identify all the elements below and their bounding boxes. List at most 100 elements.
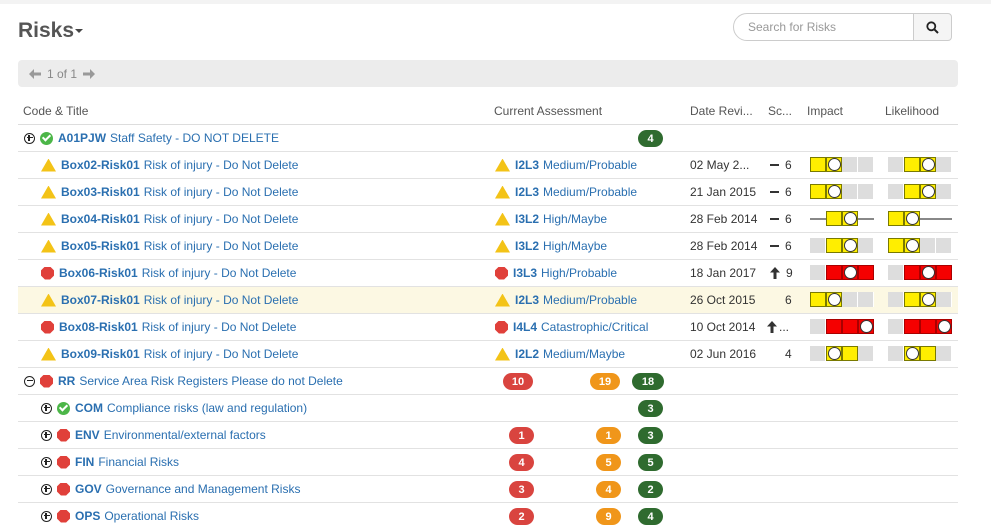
warning-icon	[41, 212, 56, 226]
col-date[interactable]: Date Revi...	[690, 104, 753, 118]
assessment-text[interactable]: Medium/Probable	[543, 158, 637, 172]
collapse-icon[interactable]	[24, 375, 35, 387]
score: ...	[779, 320, 790, 334]
col-code-title[interactable]: Code & Title	[23, 104, 88, 118]
table-row[interactable]: Box08-Risk01 Risk of injury - Do Not Dele…	[18, 314, 958, 341]
assessment-code[interactable]: I3L3	[513, 266, 537, 280]
table-row[interactable]: A01PJW Staff Safety - DO NOT DELETE 4	[18, 125, 958, 152]
expand-icon[interactable]	[41, 483, 52, 495]
page-title[interactable]: Risks	[18, 19, 84, 43]
assessment-text[interactable]: High/Maybe	[543, 239, 607, 253]
assessment-text[interactable]: High/Maybe	[543, 212, 607, 226]
col-score[interactable]: Sc...	[768, 104, 792, 118]
assessment-code[interactable]: I2L3	[515, 185, 539, 199]
assessment-code[interactable]: I2L2	[515, 347, 539, 361]
table-row[interactable]: OPS Operational Risks 2 9 4	[18, 503, 958, 527]
col-likelihood[interactable]: Likelihood	[885, 104, 939, 118]
green-count-badge: 3	[638, 427, 663, 444]
assessment-code[interactable]: I2L3	[515, 293, 539, 307]
table-row[interactable]: Box09-Risk01 Risk of injury - Do Not Dele…	[18, 341, 958, 368]
risk-title-link[interactable]: Risk of injury - Do Not Delete	[144, 347, 299, 361]
expand-icon[interactable]	[41, 429, 52, 441]
table-row[interactable]: Box06-Risk01 Risk of injury - Do Not Dele…	[18, 260, 958, 287]
risk-title-link[interactable]: Risk of injury - Do Not Delete	[142, 266, 297, 280]
assessment-text[interactable]: Medium/Probable	[543, 185, 637, 199]
risk-code-link[interactable]: Box07-Risk01	[61, 293, 140, 307]
table-row[interactable]: Box05-Risk01 Risk of injury - Do Not Dele…	[18, 233, 958, 260]
trend-up-icon	[770, 267, 780, 279]
risk-title-link[interactable]: Environmental/external factors	[104, 428, 266, 442]
search-button[interactable]	[913, 13, 952, 41]
page-title-text: Risks	[18, 19, 75, 42]
risk-table: Code & Title Current Assessment Date Rev…	[18, 97, 958, 527]
assessment-text[interactable]: High/Probable	[541, 266, 617, 280]
risk-code-link[interactable]: Box08-Risk01	[59, 320, 138, 334]
risk-code-link[interactable]: Box04-Risk01	[61, 212, 140, 226]
assessment-code[interactable]: I4L4	[513, 320, 537, 334]
table-row[interactable]: Box03-Risk01 Risk of injury - Do Not Dele…	[18, 179, 958, 206]
risk-code-link[interactable]: Box06-Risk01	[59, 266, 138, 280]
risk-code-link[interactable]: A01PJW	[58, 131, 106, 145]
next-page-icon[interactable]	[82, 67, 96, 81]
risk-code-link[interactable]: COM	[75, 401, 103, 415]
trend-flat-icon	[770, 218, 779, 220]
col-impact[interactable]: Impact	[807, 104, 843, 118]
risk-title-link[interactable]: Risk of injury - Do Not Delete	[144, 293, 299, 307]
risk-title-link[interactable]: Financial Risks	[98, 455, 179, 469]
risk-code-link[interactable]: Box02-Risk01	[61, 158, 140, 172]
stop-icon	[57, 509, 70, 523]
risk-title-link[interactable]: Compliance risks (law and regulation)	[107, 401, 307, 415]
impact-bar	[810, 157, 874, 172]
review-date: 18 Jan 2017	[690, 266, 757, 280]
expand-icon[interactable]	[41, 510, 52, 522]
risk-title-link[interactable]: Service Area Risk Registers Please do no…	[79, 374, 342, 388]
search-input[interactable]	[733, 13, 914, 41]
table-row[interactable]: Box02-Risk01 Risk of injury - Do Not Dele…	[18, 152, 958, 179]
risk-code-link[interactable]: FIN	[75, 455, 94, 469]
risk-code-link[interactable]: Box05-Risk01	[61, 239, 140, 253]
table-row[interactable]: FIN Financial Risks 4 5 5	[18, 449, 958, 476]
assessment-text[interactable]: Medium/Probable	[543, 293, 637, 307]
risk-code-link[interactable]: GOV	[75, 482, 102, 496]
table-row[interactable]: COM Compliance risks (law and regulation…	[18, 395, 958, 422]
stop-icon	[40, 374, 53, 388]
assessment-text[interactable]: Catastrophic/Critical	[541, 320, 648, 334]
risk-code-link[interactable]: OPS	[75, 509, 100, 523]
assessment-code[interactable]: I3L2	[515, 239, 539, 253]
table-row[interactable]: Box04-Risk01 Risk of injury - Do Not Dele…	[18, 206, 958, 233]
risk-title-link[interactable]: Staff Safety - DO NOT DELETE	[110, 131, 279, 145]
stop-icon	[41, 266, 54, 280]
risk-code-link[interactable]: RR	[58, 374, 75, 388]
warning-icon	[41, 239, 56, 253]
expand-icon[interactable]	[41, 402, 52, 414]
risk-title-link[interactable]: Risk of injury - Do Not Delete	[144, 158, 299, 172]
table-row[interactable]: RR Service Area Risk Registers Please do…	[18, 368, 958, 395]
warning-icon	[495, 293, 510, 307]
col-assessment[interactable]: Current Assessment	[494, 104, 602, 118]
expand-icon[interactable]	[41, 456, 52, 468]
prev-page-icon[interactable]	[28, 67, 42, 81]
trend-flat-icon	[770, 164, 779, 166]
table-row[interactable]: ENV Environmental/external factors 1 1 3	[18, 422, 958, 449]
risk-title-link[interactable]: Risk of injury - Do Not Delete	[144, 239, 299, 253]
assessment-code[interactable]: I3L2	[515, 212, 539, 226]
assessment-code[interactable]: I2L3	[515, 158, 539, 172]
risk-code-link[interactable]: ENV	[75, 428, 100, 442]
expand-icon[interactable]	[24, 132, 35, 144]
risk-title-link[interactable]: Governance and Management Risks	[106, 482, 301, 496]
table-row[interactable]: Box07-Risk01 Risk of injury - Do Not Dele…	[18, 287, 958, 314]
trend-up-icon	[767, 321, 777, 333]
stop-icon	[41, 320, 54, 334]
risk-title-link[interactable]: Risk of injury - Do Not Delete	[144, 212, 299, 226]
dropdown-caret-icon[interactable]	[75, 29, 84, 34]
risk-code-link[interactable]: Box03-Risk01	[61, 185, 140, 199]
pager: 1 of 1	[18, 60, 958, 87]
risk-title-link[interactable]: Operational Risks	[104, 509, 199, 523]
impact-bar	[810, 292, 874, 307]
risk-code-link[interactable]: Box09-Risk01	[61, 347, 140, 361]
table-row[interactable]: GOV Governance and Management Risks 3 4 2	[18, 476, 958, 503]
risk-title-link[interactable]: Risk of injury - Do Not Delete	[144, 185, 299, 199]
assessment-text[interactable]: Medium/Maybe	[543, 347, 625, 361]
warning-icon	[41, 293, 56, 307]
risk-title-link[interactable]: Risk of injury - Do Not Delete	[142, 320, 297, 334]
